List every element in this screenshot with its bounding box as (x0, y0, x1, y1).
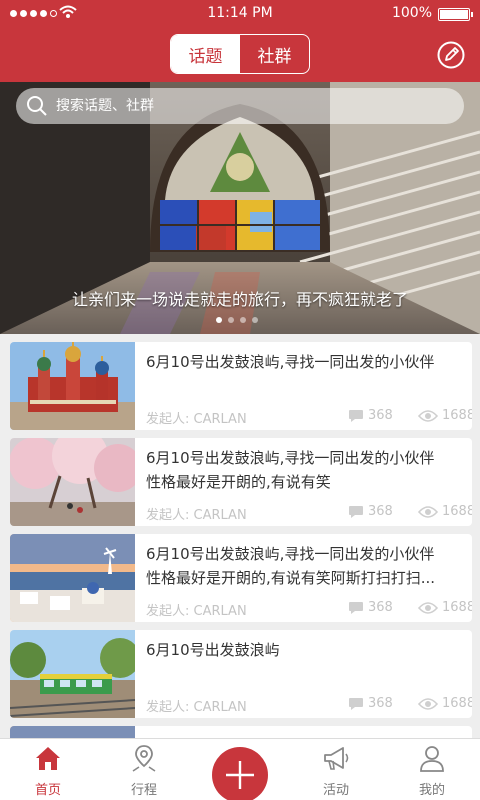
post-author: 发起人: CARLAN (146, 604, 247, 619)
create-button[interactable] (212, 747, 268, 800)
post-title-line: 性格最好是开朗的,有说有笑阿斯打扫打扫... (146, 569, 436, 587)
tab-profile[interactable]: 我的 (392, 743, 472, 798)
view-count: 1688 (442, 504, 472, 519)
post-title: 6月10号出发鼓浪屿,寻找一同出发的小伙伴性格最好是开朗的,有说有笑阿斯打扫打扫… (146, 542, 468, 590)
home-icon (36, 747, 60, 770)
tab-events[interactable]: 活动 (296, 743, 376, 798)
post-thumbnail (10, 534, 135, 622)
carousel-dot[interactable] (240, 317, 246, 323)
battery-icon (438, 8, 473, 21)
post-comments[interactable]: 368 (348, 696, 393, 711)
search-input[interactable] (56, 98, 416, 114)
tab-profile-label: 我的 (418, 783, 445, 798)
bottom-tab-bar: 首页 行程 活动 我的 (0, 738, 480, 800)
banner-caption: 让亲们来一场说走就走的旅行，再不疯狂就老了 (71, 290, 408, 309)
post-meta: 发起人: CARLAN 368 1688 (146, 598, 472, 619)
comment-count: 368 (368, 408, 393, 423)
carousel-dot[interactable] (228, 317, 234, 323)
post-meta: 发起人: CARLAN 368 1688 (146, 694, 472, 715)
post-card[interactable]: 6月10号出发鼓浪屿,寻找一同出发的小伙伴 性格最好是开朗的,有说有笑 发起人: C… (10, 438, 472, 526)
post-views: 1688 (418, 408, 472, 423)
views-icon (418, 409, 438, 422)
tab-topics[interactable]: 话题 (171, 35, 240, 73)
tab-communities[interactable]: 社群 (240, 35, 309, 73)
post-views: 1688 (418, 504, 472, 519)
tab-itinerary-label: 行程 (130, 783, 157, 798)
post-title: 6月10号出发鼓浪屿,寻找一同出发的小伙伴 性格最好是开朗的,有说有笑 (146, 446, 468, 494)
app-header: 11:14 PM 100% 话题 社群 (0, 0, 480, 82)
view-count: 1688 (442, 408, 472, 423)
post-comments[interactable]: 368 (348, 504, 393, 519)
carousel-dot[interactable] (252, 317, 258, 323)
view-count: 1688 (442, 600, 472, 615)
tab-itinerary[interactable]: 行程 (104, 743, 184, 798)
search-icon (27, 96, 47, 116)
route-pin-icon (132, 745, 156, 772)
megaphone-icon (324, 747, 349, 770)
comment-icon (349, 505, 363, 518)
tab-home[interactable]: 首页 (8, 743, 88, 798)
post-title-line: 性格最好是开朗的,有说有笑 (146, 473, 331, 491)
post-thumbnail (10, 342, 135, 430)
post-card[interactable]: 6月10号出发鼓浪屿,寻找一同出发的小伙伴 发起人: CARLAN 368 1688 (10, 342, 472, 430)
plus-icon (226, 761, 254, 789)
post-author: 发起人: CARLAN (146, 412, 247, 427)
status-bar: 11:14 PM 100% (0, 0, 480, 28)
hero-banner[interactable]: 让亲们来一场说走就走的旅行，再不疯狂就老了 (0, 82, 480, 334)
post-title: 6月10号出发鼓浪屿 (146, 638, 468, 662)
carousel-dot[interactable] (216, 317, 222, 323)
post-card[interactable]: 6月10号出发鼓浪屿 发起人: CARLAN 368 1688 (10, 630, 472, 718)
tab-home-label: 首页 (34, 783, 61, 798)
carousel-indicator (216, 317, 258, 323)
post-thumbnail (10, 630, 135, 718)
post-title-line: 6月10号出发鼓浪屿 (146, 641, 280, 659)
post-title-line: 6月10号出发鼓浪屿,寻找一同出发的小伙伴 (146, 545, 435, 563)
search-bar[interactable] (16, 88, 464, 124)
post-title-line: 6月10号出发鼓浪屿,寻找一同出发的小伙伴 (146, 353, 435, 371)
post-meta: 发起人: CARLAN 368 1688 (146, 502, 472, 523)
compose-icon[interactable] (436, 40, 466, 70)
comment-count: 368 (368, 696, 393, 711)
battery-percent: 100% (391, 5, 432, 21)
post-thumbnail (10, 438, 135, 526)
user-icon (420, 746, 444, 772)
post-meta: 发起人: CARLAN 368 1688 (146, 406, 472, 427)
tab-events-label: 活动 (322, 783, 349, 798)
views-icon (418, 697, 438, 710)
views-icon (418, 505, 438, 518)
view-count: 1688 (442, 696, 472, 711)
comment-count: 368 (368, 600, 393, 615)
post-views: 1688 (418, 600, 472, 615)
post-comments[interactable]: 368 (348, 408, 393, 423)
comment-icon (349, 697, 363, 710)
topic-community-switch: 话题 社群 (170, 34, 310, 74)
views-icon (418, 601, 438, 614)
post-title-line: 6月10号出发鼓浪屿,寻找一同出发的小伙伴 (146, 449, 435, 467)
post-author: 发起人: CARLAN (146, 700, 247, 715)
post-card[interactable]: 6月10号出发鼓浪屿,寻找一同出发的小伙伴性格最好是开朗的,有说有笑阿斯打扫打扫… (10, 534, 472, 622)
comment-icon (349, 601, 363, 614)
post-views: 1688 (418, 696, 472, 711)
comment-icon (349, 409, 363, 422)
post-author: 发起人: CARLAN (146, 508, 247, 523)
comment-count: 368 (368, 504, 393, 519)
post-title: 6月10号出发鼓浪屿,寻找一同出发的小伙伴 (146, 350, 468, 374)
post-comments[interactable]: 368 (348, 600, 393, 615)
